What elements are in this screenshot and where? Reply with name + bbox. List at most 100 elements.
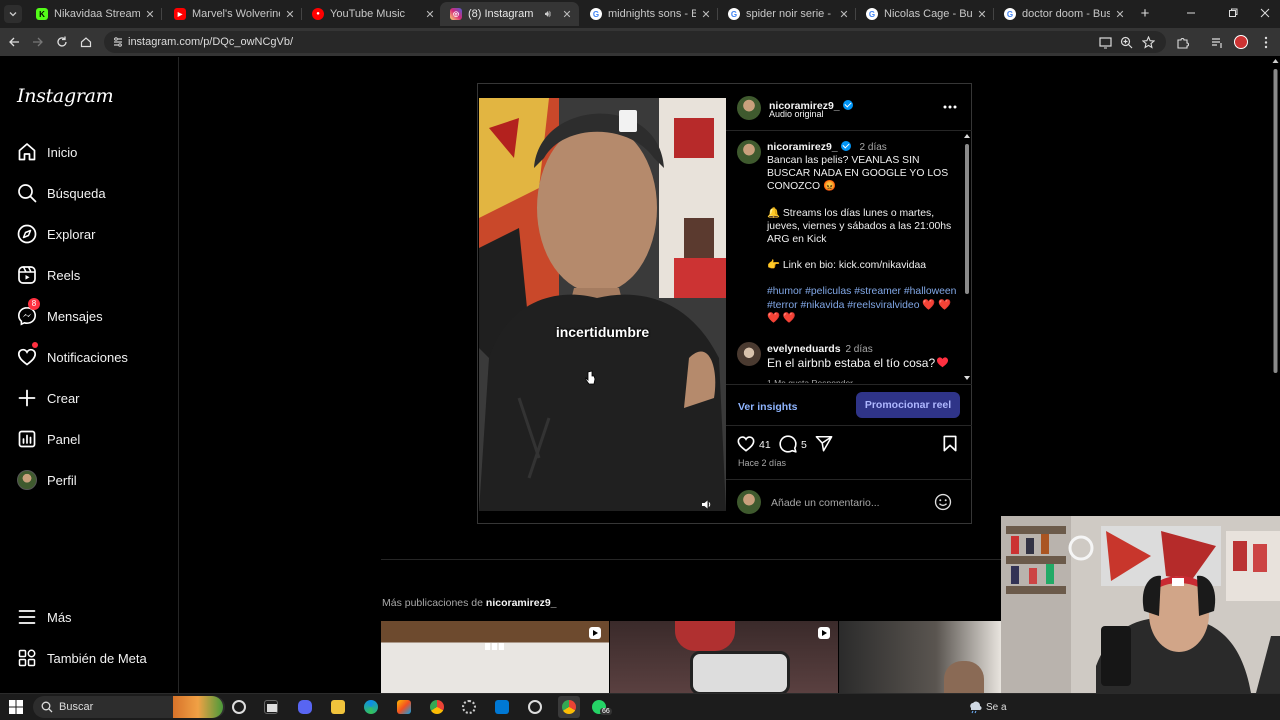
edge-icon[interactable] <box>364 700 378 714</box>
arrow-right-icon <box>33 37 43 47</box>
add-comment-input[interactable]: Añade un comentario... <box>771 497 880 509</box>
taskbar-app-active[interactable] <box>558 696 580 718</box>
post-thumbnail[interactable] <box>381 621 609 693</box>
save-button[interactable] <box>942 435 960 453</box>
caption-hashtags[interactable]: #humor #peliculas #streamer #halloween #… <box>767 285 957 325</box>
browser-toolbar: instagram.com/p/DQc_owNCgVb/ <box>0 28 1280 56</box>
view-insights-link[interactable]: Ver insights <box>738 401 798 413</box>
close-icon <box>1260 8 1270 18</box>
start-button[interactable] <box>9 700 23 714</box>
username[interactable]: evelyneduards <box>767 343 841 355</box>
tab-label: midnights sons - Buscar c <box>608 8 696 20</box>
sidebar-item-label: Perfil <box>47 473 77 488</box>
username[interactable]: nicoramirez9_ <box>767 141 838 153</box>
copilot-icon[interactable] <box>397 700 411 714</box>
comments-scrollbar[interactable] <box>963 132 971 382</box>
avatar[interactable] <box>737 96 761 120</box>
post-header: nicoramirez9_ Audio original <box>726 84 972 131</box>
promote-reel-button[interactable]: Promocionar reel <box>856 392 960 418</box>
close-window-button[interactable] <box>1250 4 1280 22</box>
discord-icon[interactable] <box>298 700 312 714</box>
taskbar-search[interactable]: Buscar <box>33 696 225 718</box>
browser-tab[interactable]: G doctor doom - Buscar con ✕ <box>994 2 1132 26</box>
like-count[interactable]: 41 <box>759 439 771 451</box>
avatar[interactable] <box>737 342 761 366</box>
share-button[interactable] <box>815 435 833 453</box>
sidebar-item-label: Inicio <box>47 145 78 160</box>
restore-button[interactable] <box>1218 4 1248 22</box>
mute-button[interactable] <box>698 496 714 511</box>
sidebar-item-crear[interactable]: Crear <box>0 381 178 417</box>
notification-badge: 8 <box>28 298 40 310</box>
reload-button[interactable] <box>54 34 70 50</box>
close-icon[interactable]: ✕ <box>838 8 850 21</box>
emoji-button[interactable] <box>934 493 952 511</box>
cortana-icon[interactable] <box>232 700 246 714</box>
browser-tab[interactable]: ● YouTube Music ✕ <box>302 2 442 26</box>
close-icon[interactable]: ✕ <box>561 8 573 21</box>
weather-icon[interactable] <box>968 700 982 714</box>
sidebar-item-mensajes[interactable]: 8 Mensajes <box>0 298 178 335</box>
search-icon <box>18 184 37 203</box>
zoom-button[interactable] <box>1118 34 1134 50</box>
browser-tab[interactable]: G midnights sons - Buscar c ✕ <box>580 2 718 26</box>
instagram-logo[interactable]: Instagram <box>17 85 114 107</box>
site-info-icon[interactable] <box>112 36 124 48</box>
tab-search-button[interactable] <box>4 5 22 23</box>
new-tab-button[interactable]: + <box>1130 4 1160 22</box>
browser-tab[interactable]: ▶ Marvel's Wolverine - Gam ✕ <box>164 2 302 26</box>
settings-icon[interactable] <box>462 700 476 714</box>
close-icon[interactable]: ✕ <box>424 8 436 21</box>
obs-icon[interactable] <box>528 700 542 714</box>
sidebar-item-busqueda[interactable]: Búsqueda <box>0 176 178 212</box>
more-posts-username[interactable]: nicoramirez9_ <box>486 597 557 609</box>
chrome-icon[interactable] <box>430 700 444 714</box>
media-button[interactable] <box>1209 34 1225 50</box>
forward-button[interactable] <box>30 34 46 50</box>
extensions-button[interactable] <box>1174 34 1190 50</box>
browser-tab[interactable]: K Nikavidaa Stream - Watch ✕ <box>26 2 162 26</box>
comment-button[interactable] <box>779 435 797 453</box>
browser-tab[interactable]: G Nicolas Cage - Buscar con ✕ <box>856 2 994 26</box>
browser-menu-button[interactable] <box>1258 34 1274 50</box>
close-icon[interactable]: ✕ <box>144 8 156 21</box>
home-button[interactable] <box>78 34 94 50</box>
browser-tab[interactable]: G spider noir serie - Buscar ✕ <box>718 2 856 26</box>
speaker-icon[interactable]: 🔊︎ <box>545 9 551 20</box>
comment-like-button[interactable] <box>936 356 950 370</box>
close-icon[interactable]: ✕ <box>700 8 712 21</box>
minimize-button[interactable] <box>1176 4 1206 22</box>
bookmark-button[interactable] <box>1140 34 1156 50</box>
sidebar-item-panel[interactable]: Panel <box>0 422 178 458</box>
sidebar-item-inicio[interactable]: Inicio <box>0 135 178 171</box>
back-button[interactable] <box>6 34 22 50</box>
post-thumbnail[interactable] <box>610 621 838 693</box>
close-icon[interactable]: ✕ <box>976 8 988 21</box>
more-options-button[interactable] <box>939 98 961 116</box>
avatar[interactable] <box>737 140 761 164</box>
sidebar-item-mas[interactable]: Más <box>0 600 178 636</box>
browser-tab-active[interactable]: ◎ (8) Instagram 🔊︎ ✕ <box>440 2 579 26</box>
profile-button[interactable] <box>1233 34 1249 50</box>
task-view-icon[interactable] <box>264 700 278 714</box>
like-button[interactable] <box>737 435 755 453</box>
cast-button[interactable] <box>1097 34 1113 50</box>
sidebar-item-notificaciones[interactable]: Notificaciones <box>0 340 178 376</box>
comment-count[interactable]: 5 <box>801 439 807 451</box>
sidebar-item-reels[interactable]: Reels <box>0 258 178 294</box>
reel-video[interactable]: incertidumbre <box>479 98 726 511</box>
post-thumbnail[interactable] <box>839 621 1001 693</box>
store-icon[interactable] <box>495 700 509 714</box>
close-icon[interactable]: ✕ <box>1114 8 1126 21</box>
more-horizontal-icon <box>943 105 957 109</box>
audio-link[interactable]: Audio original <box>769 109 824 119</box>
file-explorer-icon[interactable] <box>331 700 345 714</box>
whatsapp-badge: 66 <box>600 708 612 715</box>
comment-icon <box>779 435 797 453</box>
address-bar[interactable]: instagram.com/p/DQc_owNCgVb/ <box>104 31 1166 53</box>
sidebar-item-tambien-de-meta[interactable]: También de Meta <box>0 641 178 677</box>
sidebar-item-label: Crear <box>47 391 80 406</box>
sidebar-item-explorar[interactable]: Explorar <box>0 217 178 253</box>
sidebar-item-perfil[interactable]: Perfil <box>0 463 178 499</box>
close-icon[interactable]: ✕ <box>284 8 296 21</box>
